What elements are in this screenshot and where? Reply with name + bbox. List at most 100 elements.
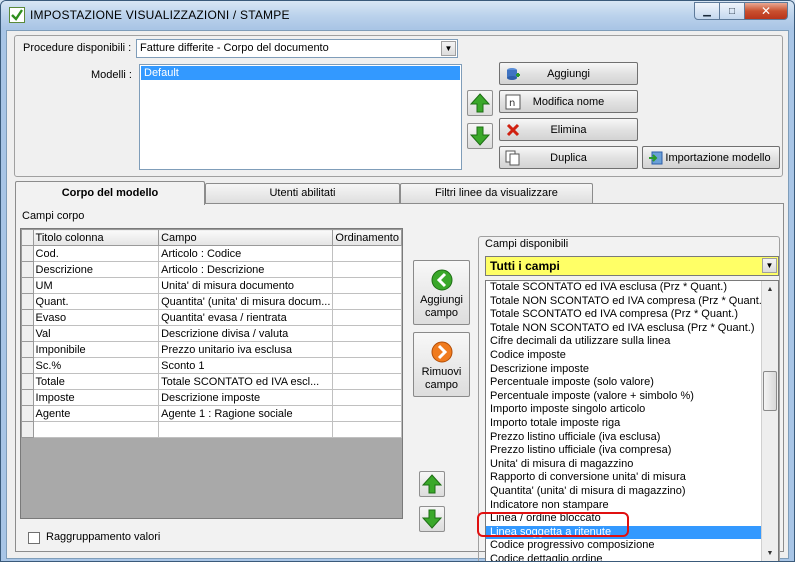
cell-titolo[interactable]: Sc.%: [32, 357, 160, 374]
import-model-button[interactable]: Importazione modello: [642, 146, 780, 169]
scroll-down-icon[interactable]: ▼: [762, 545, 778, 561]
chevron-down-icon[interactable]: ▼: [441, 41, 456, 56]
cell-campo[interactable]: Quantita' (unita' di misura docum...: [158, 293, 334, 310]
cell-campo[interactable]: Totale SCONTATO ed IVA escl...: [158, 373, 334, 390]
list-item[interactable]: Importo imposte singolo articolo: [486, 403, 762, 417]
cell-titolo[interactable]: Cod.: [32, 245, 160, 262]
tab-corpo-modello[interactable]: Corpo del modello: [15, 181, 205, 205]
add-model-button[interactable]: Aggiungi: [499, 62, 638, 85]
row-header-cell[interactable]: [21, 373, 34, 390]
cell-campo[interactable]: Articolo : Codice: [158, 245, 334, 262]
field-move-up-button[interactable]: [419, 471, 445, 497]
cell-ordinamento[interactable]: [332, 389, 402, 406]
list-item[interactable]: Prezzo listino ufficiale (iva compresa): [486, 444, 762, 458]
move-up-button[interactable]: [467, 90, 493, 116]
list-item[interactable]: Totale NON SCONTATO ed IVA compresa (Prz…: [486, 295, 762, 309]
row-header-cell[interactable]: [21, 389, 34, 406]
cell-campo[interactable]: Quantita' evasa / rientrata: [158, 309, 334, 326]
row-header-cell[interactable]: [21, 309, 34, 326]
cell-campo[interactable]: Articolo : Descrizione: [158, 261, 334, 278]
scroll-up-icon[interactable]: ▲: [762, 281, 778, 297]
cell-titolo[interactable]: Descrizione: [32, 261, 160, 278]
cell-titolo[interactable]: Imposte: [32, 389, 160, 406]
cell-campo[interactable]: [158, 421, 334, 438]
scroll-thumb[interactable]: [763, 371, 777, 411]
list-item[interactable]: Linea / ordine bloccato: [486, 512, 762, 526]
row-header-cell[interactable]: [21, 341, 34, 358]
cell-campo[interactable]: Descrizione imposte: [158, 389, 334, 406]
table-row[interactable]: Agente Agente 1 : Ragione sociale: [21, 405, 402, 422]
maximize-button[interactable]: □: [720, 2, 745, 20]
row-header-cell[interactable]: [21, 245, 34, 262]
cell-titolo[interactable]: Agente: [32, 405, 160, 422]
header-titolo-colonna[interactable]: Titolo colonna: [32, 229, 160, 246]
list-item[interactable]: Descrizione imposte: [486, 363, 762, 377]
table-row[interactable]: Cod. Articolo : Codice: [21, 245, 402, 262]
cell-campo[interactable]: Sconto 1: [158, 357, 334, 374]
table-row[interactable]: [21, 421, 402, 438]
list-item[interactable]: Percentuale imposte (solo valore): [486, 376, 762, 390]
list-item[interactable]: Indicatore non stampare: [486, 499, 762, 513]
table-row[interactable]: Descrizione Articolo : Descrizione: [21, 261, 402, 278]
row-header-cell[interactable]: [21, 405, 34, 422]
minimize-button[interactable]: ▁: [694, 2, 720, 20]
list-item[interactable]: Cifre decimali da utilizzare sulla linea: [486, 335, 762, 349]
cell-titolo[interactable]: Totale: [32, 373, 160, 390]
list-item[interactable]: Importo totale imposte riga: [486, 417, 762, 431]
add-field-button[interactable]: Aggiungi campo: [413, 260, 470, 325]
list-item[interactable]: Prezzo listino ufficiale (iva esclusa): [486, 431, 762, 445]
list-item[interactable]: Totale NON SCONTATO ed IVA esclusa (Prz …: [486, 322, 762, 336]
list-item[interactable]: Percentuale imposte (valore + simbolo %): [486, 390, 762, 404]
row-header-cell[interactable]: [21, 421, 34, 438]
table-row[interactable]: Imposte Descrizione imposte: [21, 389, 402, 406]
tab-utenti-abilitati[interactable]: Utenti abilitati: [205, 183, 400, 203]
list-item[interactable]: Codice dettaglio ordine: [486, 553, 762, 561]
cell-ordinamento[interactable]: [332, 277, 402, 294]
cell-titolo[interactable]: Imponibile: [32, 341, 160, 358]
cell-titolo[interactable]: [32, 421, 160, 438]
cell-ordinamento[interactable]: [332, 261, 402, 278]
table-row[interactable]: Quant. Quantita' (unita' di misura docum.…: [21, 293, 402, 310]
move-down-button[interactable]: [467, 123, 493, 149]
cell-titolo[interactable]: Quant.: [32, 293, 160, 310]
cell-ordinamento[interactable]: [332, 405, 402, 422]
cell-ordinamento[interactable]: [332, 373, 402, 390]
list-item[interactable]: Codice imposte: [486, 349, 762, 363]
chevron-down-icon[interactable]: ▼: [762, 258, 777, 273]
campi-corpo-grid[interactable]: Titolo colonna Campo Ordinamento Cod. Art…: [20, 228, 403, 519]
cell-campo[interactable]: Prezzo unitario iva esclusa: [158, 341, 334, 358]
cell-ordinamento[interactable]: [332, 421, 402, 438]
table-row[interactable]: Evaso Quantita' evasa / rientrata: [21, 309, 402, 326]
table-row[interactable]: Sc.% Sconto 1: [21, 357, 402, 374]
cell-campo[interactable]: Unita' di misura documento: [158, 277, 334, 294]
rename-model-button[interactable]: n Modifica nome: [499, 90, 638, 113]
cell-campo[interactable]: Agente 1 : Ragione sociale: [158, 405, 334, 422]
raggruppamento-checkbox[interactable]: [28, 532, 40, 544]
table-row[interactable]: Imponibile Prezzo unitario iva esclusa: [21, 341, 402, 358]
cell-campo[interactable]: Descrizione divisa / valuta: [158, 325, 334, 342]
cell-ordinamento[interactable]: [332, 309, 402, 326]
list-item[interactable]: Rapporto di conversione unita' di misura: [486, 471, 762, 485]
table-row[interactable]: Val Descrizione divisa / valuta: [21, 325, 402, 342]
list-item[interactable]: Quantita' (unita' di misura di magazzino…: [486, 485, 762, 499]
tab-filtri-linee[interactable]: Filtri linee da visualizzare: [400, 183, 593, 203]
list-item[interactable]: Default: [141, 66, 460, 80]
close-button[interactable]: ✕: [745, 2, 788, 20]
duplicate-model-button[interactable]: Duplica: [499, 146, 638, 169]
row-header-cell[interactable]: [21, 261, 34, 278]
cell-titolo[interactable]: Val: [32, 325, 160, 342]
procedure-select[interactable]: Fatture differite - Corpo del documento …: [136, 39, 458, 58]
available-fields-scrollbar[interactable]: ▲ ▼: [761, 281, 778, 561]
header-campo[interactable]: Campo: [158, 229, 334, 246]
list-item[interactable]: Codice progressivo composizione: [486, 539, 762, 553]
cell-ordinamento[interactable]: [332, 325, 402, 342]
list-item[interactable]: Totale SCONTATO ed IVA esclusa (Prz * Qu…: [486, 281, 762, 295]
delete-model-button[interactable]: Elimina: [499, 118, 638, 141]
row-header-cell[interactable]: [21, 325, 34, 342]
field-move-down-button[interactable]: [419, 506, 445, 532]
table-row[interactable]: UM Unita' di misura documento: [21, 277, 402, 294]
cell-titolo[interactable]: Evaso: [32, 309, 160, 326]
table-row[interactable]: Totale Totale SCONTATO ed IVA escl...: [21, 373, 402, 390]
list-item[interactable]: Linea soggetta a ritenute: [486, 525, 762, 540]
cell-ordinamento[interactable]: [332, 357, 402, 374]
